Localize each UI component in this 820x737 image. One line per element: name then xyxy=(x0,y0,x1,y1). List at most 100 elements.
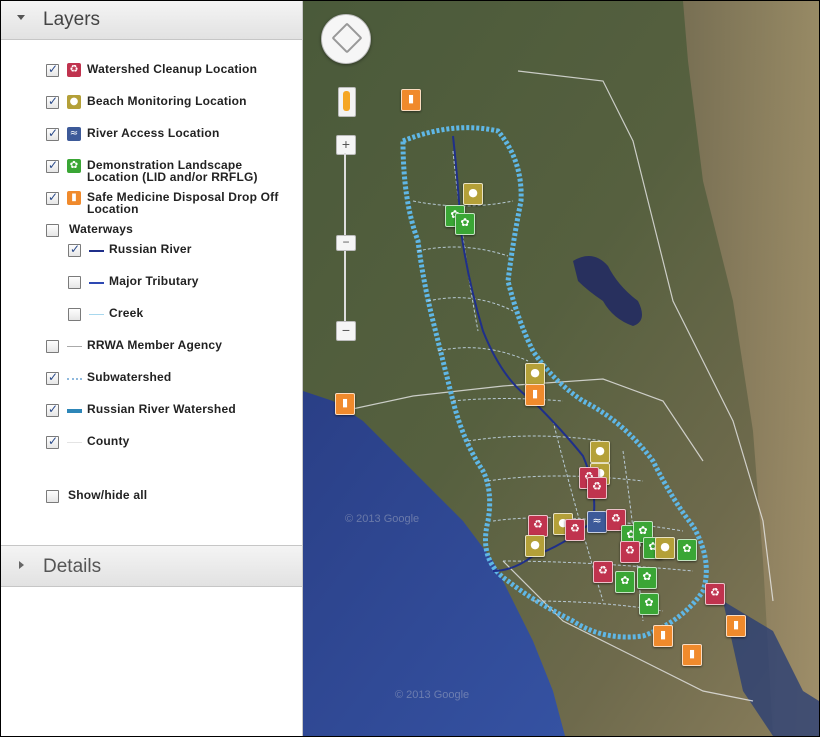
demo-landscape-marker[interactable]: ✿ xyxy=(615,571,635,593)
layer-checkbox-rrwa-member-agency[interactable] xyxy=(46,340,59,353)
subwatershed-line-swatch xyxy=(67,378,82,380)
watershed-line-swatch xyxy=(67,409,82,413)
pegman-icon xyxy=(343,91,350,111)
tributary-line-swatch xyxy=(89,282,104,284)
plant-icon: ✿ xyxy=(682,542,692,555)
medicine-marker[interactable]: ▮ xyxy=(525,384,545,406)
cleanup-marker[interactable]: ♻ xyxy=(705,583,725,605)
app-frame: Layers ♻ Watershed Cleanup Location ● Be… xyxy=(0,0,820,737)
layer-label: Russian River xyxy=(109,242,192,256)
pan-arrows-icon xyxy=(331,22,363,54)
layer-checkbox-russian-river[interactable] xyxy=(68,242,81,257)
layer-checkbox-beach-monitoring[interactable] xyxy=(46,94,59,109)
demo-landscape-marker[interactable]: ✿ xyxy=(639,593,659,615)
layer-row-subwatershed: Subwatershed xyxy=(46,370,296,388)
zoom-slider-handle[interactable]: − xyxy=(336,235,356,251)
medicine-marker[interactable]: ▮ xyxy=(682,644,702,666)
layer-label: Subwatershed xyxy=(87,370,172,384)
medicine-bottle-icon: ▮ xyxy=(688,647,696,660)
layer-row-county: County xyxy=(46,434,296,452)
cleanup-marker[interactable]: ♻ xyxy=(587,477,607,499)
agency-line-swatch xyxy=(67,346,82,347)
river-access-marker[interactable]: ≈ xyxy=(587,511,607,533)
show-hide-all-checkbox[interactable] xyxy=(46,490,59,503)
cleanup-marker[interactable]: ♻ xyxy=(593,561,613,583)
layer-row-safe-medicine: ▮ Safe Medicine Disposal Drop Off Locati… xyxy=(46,190,301,220)
plant-icon: ✿ xyxy=(642,570,652,583)
layer-checkbox-river-access[interactable] xyxy=(46,126,59,141)
layer-checkbox-demo-landscape[interactable] xyxy=(46,158,59,173)
layer-label: Russian River Watershed xyxy=(87,402,236,416)
cleanup-marker[interactable]: ♻ xyxy=(620,541,640,563)
street-view-pegman-button[interactable] xyxy=(338,87,356,117)
cleanup-icon: ♻ xyxy=(625,544,635,557)
layers-panel-title: Layers xyxy=(43,9,101,30)
layer-label: Major Tributary xyxy=(109,274,199,288)
cleanup-icon: ♻ xyxy=(533,518,543,531)
medicine-bottle-icon: ▮ xyxy=(531,387,539,400)
cleanup-icon: ♻ xyxy=(592,480,602,493)
layer-checkbox-creek[interactable] xyxy=(68,308,81,321)
river-access-icon: ≈ xyxy=(592,514,602,527)
beach-monitoring-marker[interactable]: ● xyxy=(463,183,483,205)
pan-control[interactable] xyxy=(321,14,371,64)
cleanup-icon: ♻ xyxy=(710,586,720,599)
demo-landscape-marker[interactable]: ✿ xyxy=(677,539,697,561)
zoom-in-button[interactable]: + xyxy=(336,135,356,155)
beach-monitoring-marker[interactable]: ● xyxy=(525,363,545,385)
layer-label-line2: Location (LID and/or RRFLG) xyxy=(87,170,258,184)
demo-landscape-marker[interactable]: ✿ xyxy=(637,567,657,589)
map-watermark: © 2013 Google xyxy=(345,513,420,525)
water-drop-icon: ● xyxy=(468,186,478,199)
beach-monitoring-marker[interactable]: ● xyxy=(525,535,545,557)
county-line-swatch xyxy=(67,442,82,443)
expand-arrow-icon xyxy=(19,561,24,569)
layer-checkbox-subwatershed[interactable] xyxy=(46,370,59,385)
layer-row-russian-river: Russian River xyxy=(68,242,268,260)
medicine-marker[interactable]: ▮ xyxy=(653,625,673,647)
show-hide-all-label: Show/hide all xyxy=(68,488,148,502)
layers-sidebar: Layers ♻ Watershed Cleanup Location ● Be… xyxy=(1,1,303,736)
show-hide-all-row: Show/hide all xyxy=(46,488,246,506)
cleanup-marker[interactable]: ♻ xyxy=(565,519,585,541)
medicine-bottle-icon: ▮ xyxy=(732,618,740,631)
layer-label: Watershed Cleanup Location xyxy=(87,62,258,76)
medicine-marker[interactable]: ▮ xyxy=(726,615,746,637)
plus-icon: + xyxy=(341,136,351,152)
zoom-out-button[interactable]: − xyxy=(336,321,356,341)
medicine-bottle-icon: ▮ xyxy=(341,396,349,409)
satellite-map[interactable]: + − − ▮ ▮ ● ✿ ✿ ● ▮ ● ● ♻ ♻ ♻ ● ♻ ≈ ♻ ● … xyxy=(303,1,819,736)
layer-label: Creek xyxy=(109,306,144,320)
water-drop-icon: ● xyxy=(530,366,540,379)
layer-checkbox-russian-river-watershed[interactable] xyxy=(46,402,59,417)
layers-panel-header[interactable]: Layers xyxy=(1,1,302,40)
layer-label: Beach Monitoring Location xyxy=(87,94,247,108)
layer-label: Waterways xyxy=(69,222,134,236)
water-drop-icon: ● xyxy=(67,95,81,109)
layer-checkbox-county[interactable] xyxy=(46,434,59,449)
demo-landscape-marker[interactable]: ✿ xyxy=(455,213,475,235)
beach-monitoring-marker[interactable]: ● xyxy=(590,441,610,463)
layer-checkbox-watershed-cleanup[interactable] xyxy=(46,62,59,77)
medicine-marker[interactable]: ▮ xyxy=(401,89,421,111)
layer-label: RRWA Member Agency xyxy=(87,338,223,352)
water-drop-icon: ● xyxy=(595,444,605,457)
details-panel-title: Details xyxy=(43,556,102,577)
layer-row-demo-landscape: ✿ Demonstration Landscape Location (LID … xyxy=(46,158,301,188)
layer-row-creek: Creek xyxy=(68,306,268,324)
layer-checkbox-waterways[interactable] xyxy=(46,224,59,237)
plant-icon: ✿ xyxy=(460,216,470,229)
cleanup-marker[interactable]: ♻ xyxy=(528,515,548,537)
layer-label: County xyxy=(87,434,130,448)
layer-row-rrwa-member-agency: RRWA Member Agency xyxy=(46,338,296,356)
layer-label: River Access Location xyxy=(87,126,220,140)
layer-row-major-tributary: Major Tributary xyxy=(68,274,268,292)
layer-row-river-access: ≈ River Access Location xyxy=(46,126,296,144)
layer-row-watershed-cleanup: ♻ Watershed Cleanup Location xyxy=(46,62,296,80)
medicine-marker[interactable]: ▮ xyxy=(335,393,355,415)
layer-checkbox-safe-medicine[interactable] xyxy=(46,190,59,205)
layer-checkbox-major-tributary[interactable] xyxy=(68,276,81,289)
details-panel-header[interactable]: Details xyxy=(1,545,302,587)
beach-monitoring-marker[interactable]: ● xyxy=(655,537,675,559)
creek-line-swatch xyxy=(89,314,104,315)
